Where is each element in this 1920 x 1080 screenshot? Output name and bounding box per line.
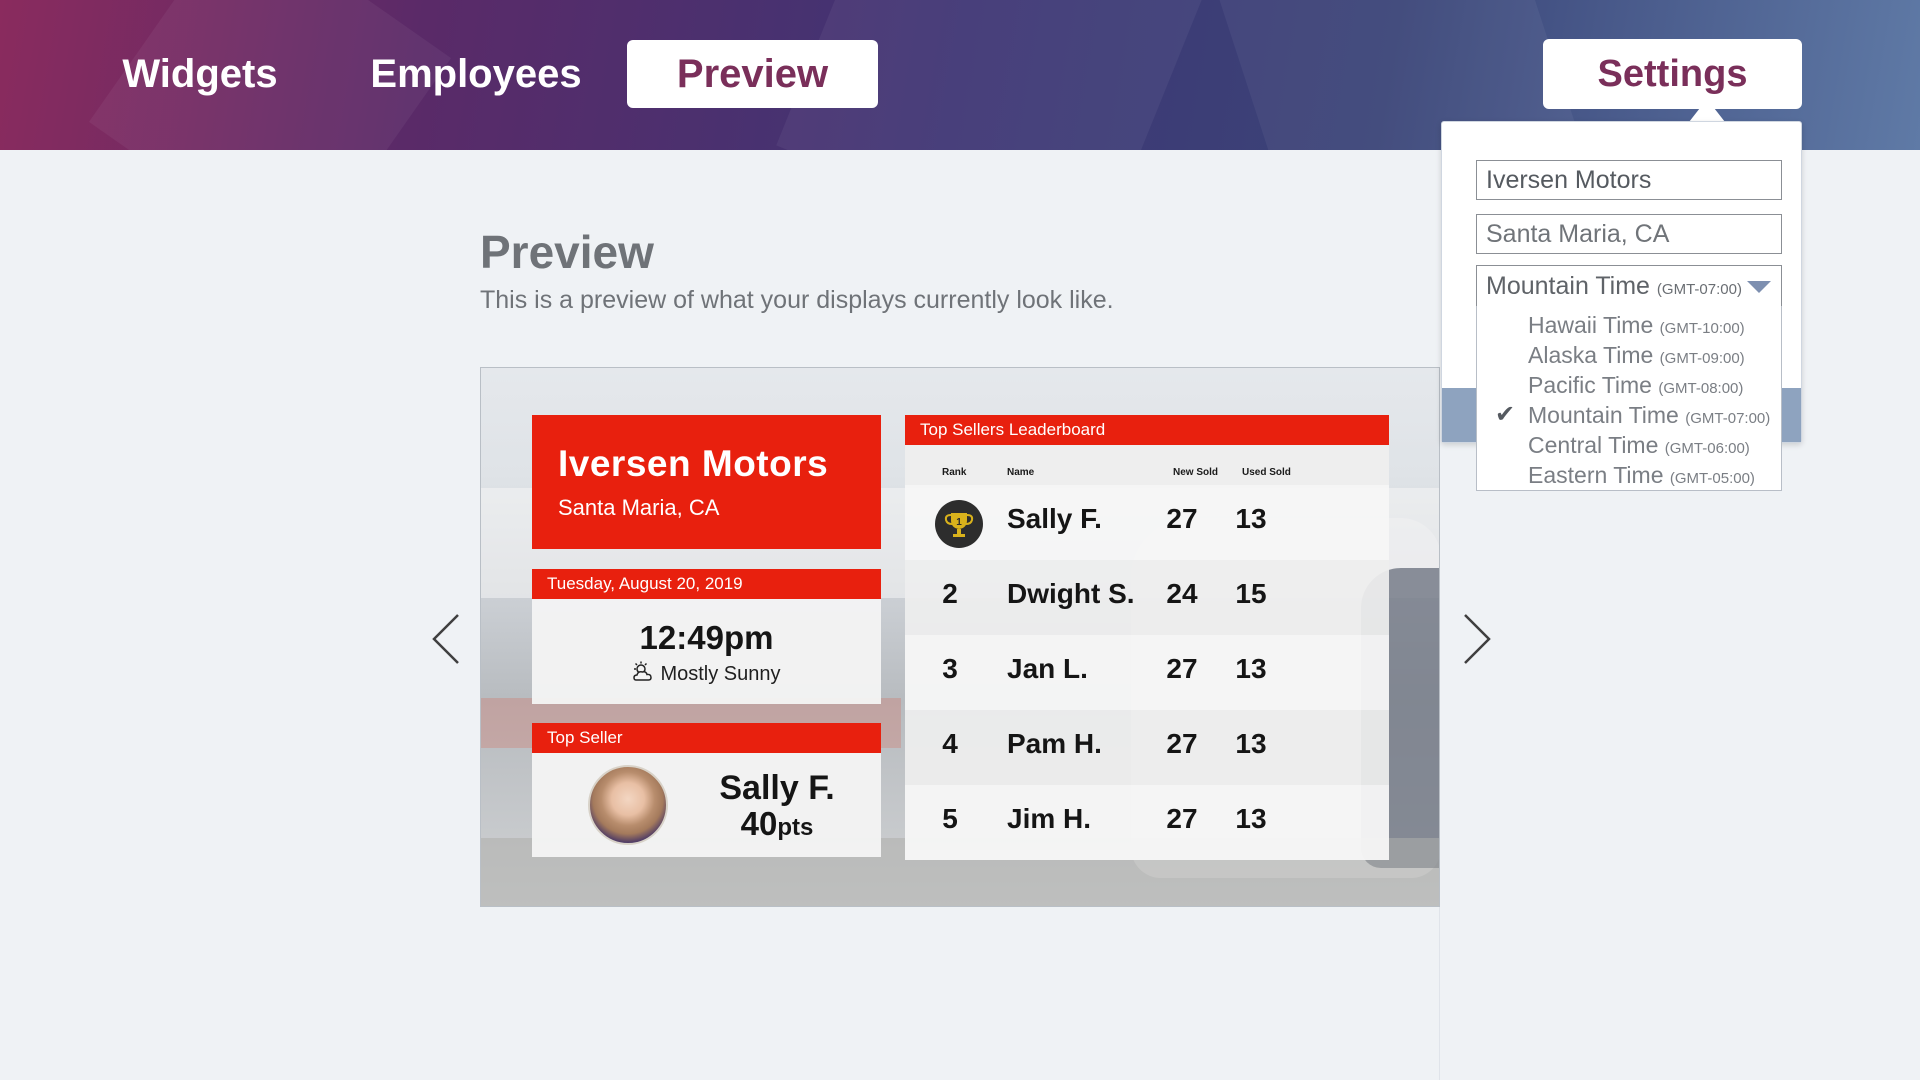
leaderboard-name: Sally F. bbox=[1007, 503, 1102, 534]
top-seller-widget: Sally F. 40pts bbox=[532, 753, 881, 857]
column-name: Name bbox=[1007, 467, 1035, 478]
trophy-icon: 1 bbox=[935, 500, 983, 548]
settings-popover-arrow bbox=[1689, 99, 1725, 122]
leaderboard-name: Dwight S. bbox=[1007, 578, 1135, 609]
option-offset: (GMT-07:00) bbox=[1685, 410, 1771, 427]
timezone-selected-name: Mountain Time bbox=[1486, 272, 1650, 300]
leaderboard-rank: 2 bbox=[942, 578, 958, 609]
top-seller-name: Sally F. bbox=[719, 769, 835, 807]
option-name: Alaska Time bbox=[1528, 342, 1654, 368]
option-name: Central Time bbox=[1528, 432, 1659, 458]
timezone-option-central[interactable]: Central Time (GMT-06:00) bbox=[1528, 430, 1750, 460]
display-time: 12:49pm bbox=[639, 619, 774, 656]
option-name: Eastern Time bbox=[1528, 462, 1664, 488]
leaderboard-rank: 5 bbox=[942, 803, 958, 834]
option-name: Mountain Time bbox=[1528, 402, 1679, 428]
partly-sunny-icon bbox=[632, 661, 656, 689]
option-offset: (GMT-06:00) bbox=[1664, 440, 1750, 457]
svg-text:1: 1 bbox=[956, 517, 962, 528]
column-rank: Rank bbox=[942, 467, 967, 478]
top-seller-points: 40pts bbox=[702, 805, 852, 843]
leaderboard-name: Jim H. bbox=[1007, 803, 1092, 834]
option-offset: (GMT-05:00) bbox=[1669, 470, 1755, 487]
previous-arrow-icon[interactable] bbox=[428, 611, 468, 667]
column-new-sold: New Sold bbox=[1173, 467, 1219, 478]
leaderboard-row: 1 Sally F. 27 13 bbox=[905, 485, 1389, 560]
points-unit: pts bbox=[777, 814, 814, 841]
display-dealer-name: Iversen Motors bbox=[558, 443, 829, 484]
date-bar: Tuesday, August 20, 2019 bbox=[532, 569, 881, 599]
option-offset: (GMT-10:00) bbox=[1659, 320, 1745, 337]
dealer-name-field[interactable]: Iversen Motors bbox=[1476, 160, 1782, 200]
timezone-option-mountain[interactable]: Mountain Time (GMT-07:00) bbox=[1528, 400, 1770, 430]
leaderboard-name: Jan L. bbox=[1007, 653, 1088, 684]
leaderboard-new-sold: 27 bbox=[1166, 803, 1198, 834]
time-weather-widget: 12:49pm Mostly Sunny bbox=[532, 599, 881, 704]
leaderboard-rank: 4 bbox=[942, 728, 958, 759]
leaderboard-new-sold: 27 bbox=[1166, 653, 1198, 684]
leaderboard-rank: 3 bbox=[942, 653, 958, 684]
checkmark-icon: ✔ bbox=[1495, 401, 1516, 428]
leaderboard-row: 5 Jim H. 27 13 bbox=[905, 785, 1389, 860]
timezone-option-eastern[interactable]: Eastern Time (GMT-05:00) bbox=[1528, 460, 1755, 490]
tab-employees[interactable]: Employees bbox=[360, 40, 592, 108]
option-name: Pacific Time bbox=[1528, 372, 1652, 398]
settings-button[interactable]: Settings bbox=[1543, 39, 1802, 109]
timezone-option-pacific[interactable]: Pacific Time (GMT-08:00) bbox=[1528, 370, 1743, 400]
next-arrow-icon[interactable] bbox=[1455, 611, 1495, 667]
option-offset: (GMT-09:00) bbox=[1659, 350, 1745, 367]
page-title: Preview bbox=[480, 226, 654, 278]
weather-row: Mostly Sunny bbox=[532, 661, 881, 689]
chevron-down-icon bbox=[1747, 281, 1771, 293]
location-field[interactable]: Santa Maria, CA bbox=[1476, 214, 1782, 254]
option-offset: (GMT-08:00) bbox=[1658, 380, 1744, 397]
page-subtitle: This is a preview of what your displays … bbox=[480, 286, 1114, 314]
top-seller-header: Top Seller bbox=[532, 723, 881, 753]
leaderboard-used-sold: 13 bbox=[1235, 503, 1267, 534]
display-preview: Iversen Motors Santa Maria, CA Tuesday, … bbox=[480, 367, 1440, 907]
leaderboard-column-headers: Rank Name New Sold Used Sold bbox=[905, 445, 1389, 485]
leaderboard-used-sold: 13 bbox=[1235, 803, 1267, 834]
tab-preview[interactable]: Preview bbox=[627, 40, 878, 108]
leaderboard-name: Pam H. bbox=[1007, 728, 1102, 759]
leaderboard-used-sold: 13 bbox=[1235, 653, 1267, 684]
avatar bbox=[588, 765, 668, 845]
leaderboard-new-sold: 27 bbox=[1166, 728, 1198, 759]
leaderboard-new-sold: 27 bbox=[1166, 503, 1198, 534]
leaderboard-row: 3 Jan L. 27 13 bbox=[905, 635, 1389, 710]
leaderboard-row: 2 Dwight S. 24 15 bbox=[905, 560, 1389, 635]
display-dealer-location: Santa Maria, CA bbox=[558, 495, 720, 520]
leaderboard-used-sold: 13 bbox=[1235, 728, 1267, 759]
leaderboard-new-sold: 24 bbox=[1166, 578, 1198, 609]
column-used-sold: Used Sold bbox=[1242, 467, 1291, 478]
leaderboard-row: 4 Pam H. 27 13 bbox=[905, 710, 1389, 785]
timezone-option-hawaii[interactable]: Hawaii Time (GMT-10:00) bbox=[1528, 310, 1745, 340]
leaderboard-title: Top Sellers Leaderboard bbox=[905, 415, 1389, 445]
timezone-option-alaska[interactable]: Alaska Time (GMT-09:00) bbox=[1528, 340, 1745, 370]
option-name: Hawaii Time bbox=[1528, 312, 1654, 338]
timezone-select[interactable]: Mountain Time (GMT-07:00) bbox=[1476, 265, 1782, 307]
dealer-card: Iversen Motors Santa Maria, CA bbox=[532, 415, 881, 549]
tab-widgets[interactable]: Widgets bbox=[100, 40, 300, 108]
timezone-selected-offset: (GMT-07:00) bbox=[1656, 281, 1742, 298]
leaderboard-used-sold: 15 bbox=[1235, 578, 1267, 609]
weather-text: Mostly Sunny bbox=[660, 663, 781, 685]
points-value: 40 bbox=[740, 805, 778, 842]
timezone-dropdown-list: Hawaii Time (GMT-10:00) Alaska Time (GMT… bbox=[1476, 306, 1782, 491]
